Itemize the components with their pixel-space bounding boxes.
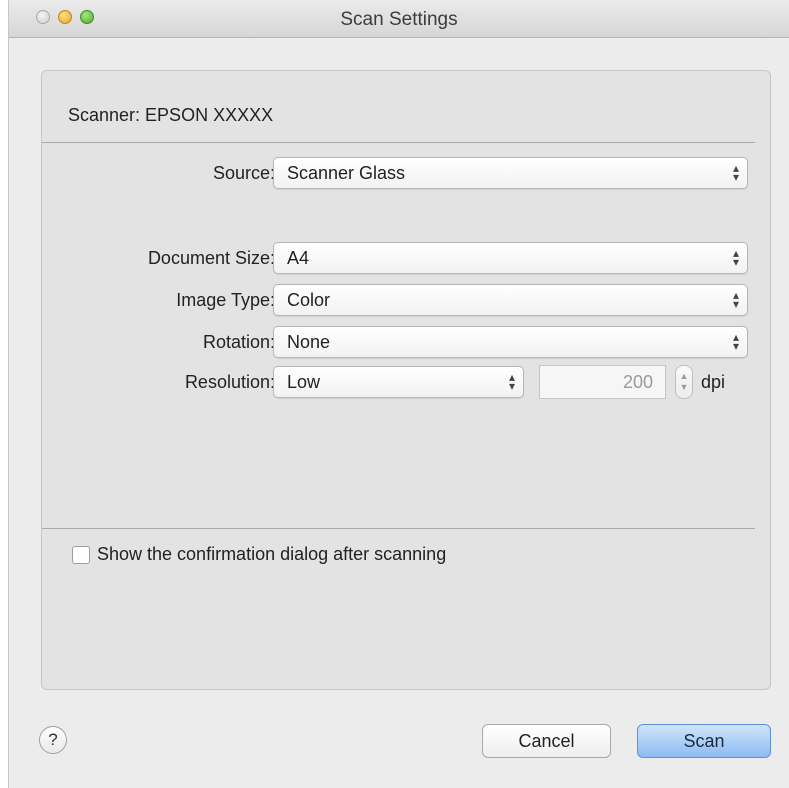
updown-arrows-icon: ▴ ▾ — [732, 330, 739, 353]
stepper-up-icon[interactable]: ▲ — [680, 371, 689, 381]
scan-button[interactable]: Scan — [637, 724, 771, 758]
image-type-select-value: Color — [287, 290, 331, 310]
scan-settings-window: Scan Settings Scanner: EPSON XXXXX Sourc… — [8, 0, 789, 788]
updown-arrows-icon: ▴ ▾ — [732, 246, 739, 269]
scanner-name-label: Scanner: EPSON XXXXX — [68, 105, 274, 125]
image-type-select[interactable]: Color ▴ ▾ — [273, 284, 748, 316]
rotation-select[interactable]: None ▴ ▾ — [273, 326, 748, 358]
image-type-label: Image Type: — [176, 290, 275, 310]
title-bar[interactable]: Scan Settings — [9, 0, 789, 38]
confirm-dialog-checkbox[interactable] — [72, 546, 90, 564]
document-size-label: Document Size: — [147, 248, 275, 268]
options-divider — [42, 528, 755, 529]
dpi-unit-label: dpi — [701, 372, 726, 392]
updown-arrows-icon: ▴ ▾ — [732, 288, 739, 311]
window-title: Scan Settings — [340, 9, 458, 30]
updown-arrows-icon: ▴ ▾ — [732, 161, 739, 184]
help-button[interactable]: ? — [39, 726, 67, 754]
confirm-dialog-label[interactable]: Show the confirmation dialog after scann… — [97, 544, 446, 565]
cancel-button[interactable]: Cancel — [482, 724, 611, 758]
source-select[interactable]: Scanner Glass ▴ ▾ — [273, 157, 748, 189]
scanner-divider — [42, 142, 755, 143]
rotation-select-value: None — [287, 332, 331, 352]
resolution-dpi-field[interactable]: 200 — [539, 365, 666, 399]
document-size-select[interactable]: A4 ▴ ▾ — [273, 242, 748, 274]
resolution-select[interactable]: Low ▴ ▾ — [273, 366, 524, 398]
source-select-value: Scanner Glass — [287, 163, 406, 183]
resolution-stepper[interactable]: ▲ ▼ — [675, 365, 693, 399]
rotation-label: Rotation: — [202, 332, 275, 352]
resolution-select-value: Low — [287, 372, 321, 392]
resolution-label: Resolution: — [184, 372, 275, 392]
document-size-select-value: A4 — [287, 248, 310, 268]
settings-panel: Scanner: EPSON XXXXX Source: Scanner Gla… — [41, 70, 771, 690]
source-label: Source: — [212, 163, 275, 183]
updown-arrows-icon: ▴ ▾ — [508, 370, 515, 393]
stepper-down-icon[interactable]: ▼ — [680, 382, 689, 392]
